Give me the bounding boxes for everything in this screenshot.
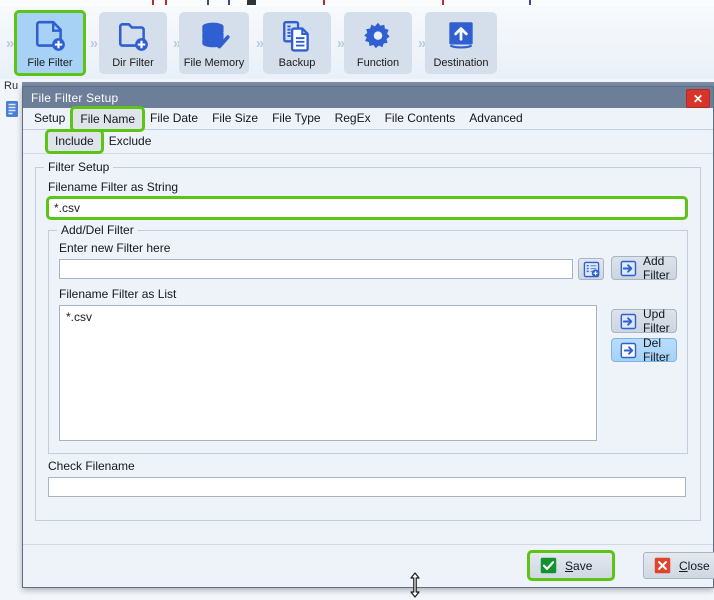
menu-tick	[152, 0, 154, 5]
file-add-icon	[35, 20, 65, 51]
check-filename-label: Check Filename	[48, 459, 135, 473]
arrow-out-of-box-icon	[620, 342, 637, 358]
upd-filter-label: Upd Filter	[643, 307, 670, 335]
dialog-title-bar[interactable]: File Filter Setup ✕	[23, 87, 713, 108]
add-del-filter-group: Add/Del Filter Enter new Filter here Add…	[48, 223, 688, 454]
tab-file-contents[interactable]: File Contents	[378, 108, 463, 129]
filter-setup-legend: Filter Setup	[44, 160, 114, 174]
tab-file-type[interactable]: File Type	[265, 108, 327, 129]
toolbar-button-backup[interactable]: Backup	[263, 12, 331, 74]
tab-file-size[interactable]: File Size	[205, 108, 265, 129]
dialog-subtab-strip: Include Exclude	[23, 129, 713, 154]
toolbar-label: Function	[356, 57, 400, 69]
add-del-filter-legend: Add/Del Filter	[57, 223, 138, 237]
subtab-include[interactable]: Include	[45, 129, 104, 154]
document-list-icon	[6, 101, 18, 117]
tab-file-date[interactable]: File Date	[143, 108, 205, 129]
toolbar-button-function[interactable]: Function	[344, 12, 412, 74]
tab-file-name[interactable]: File Name	[70, 106, 146, 132]
del-filter-button[interactable]: Del Filter	[611, 336, 677, 364]
dialog-title: File Filter Setup	[31, 90, 119, 105]
red-x-icon	[654, 557, 671, 574]
list-add-icon	[583, 261, 599, 277]
filter-setup-group: Filter Setup Filename Filter as String *…	[35, 160, 701, 521]
menu-tick	[207, 0, 209, 5]
close-label: Close	[679, 559, 710, 573]
dialog-footer: Save Close	[23, 544, 714, 587]
save-label-rest: ave	[573, 558, 593, 573]
toolbar-label: File Memory	[183, 57, 245, 69]
copy-documents-icon	[283, 21, 309, 52]
menu-tick	[165, 0, 167, 5]
toolbar-button-file-filter[interactable]: File Filter	[14, 10, 86, 76]
filename-filter-as-list-label: Filename Filter as List	[59, 287, 177, 301]
main-toolbar: » File Filter » Dir Filter » File Memory…	[0, 7, 714, 80]
upd-filter-button[interactable]: Upd Filter	[611, 307, 677, 335]
del-filter-label: Del Filter	[643, 336, 670, 364]
add-filter-button[interactable]: Add Filter	[611, 254, 677, 282]
close-glyph: ✕	[692, 91, 704, 106]
dialog-body: Filter Setup Filename Filter as String *…	[23, 155, 713, 545]
toolbar-button-dir-filter[interactable]: Dir Filter	[99, 12, 167, 74]
close-accel: C	[679, 558, 688, 573]
resize-vertical-cursor	[410, 572, 420, 598]
file-filter-setup-dialog: File Filter Setup ✕ Setup File Name File…	[22, 86, 714, 588]
toolbar-button-destination[interactable]: Destination	[425, 12, 497, 74]
menu-tick	[247, 0, 256, 5]
filename-filter-as-string-label: Filename Filter as String	[48, 180, 179, 194]
tab-setup[interactable]: Setup	[27, 108, 72, 129]
green-check-icon	[540, 557, 557, 574]
toolbar-label: Backup	[278, 57, 316, 69]
close-button[interactable]: Close	[643, 552, 714, 579]
dialog-tab-strip: Setup File Name File Date File Size File…	[23, 106, 713, 132]
toolbar-button-file-memory[interactable]: File Memory	[179, 12, 249, 74]
filter-picker-button[interactable]	[578, 258, 604, 280]
save-button[interactable]: Save	[527, 550, 615, 581]
subtab-exclude[interactable]: Exclude	[102, 132, 159, 151]
add-filter-label: Add Filter	[643, 254, 670, 282]
menu-tick	[323, 0, 325, 5]
filename-filter-listbox[interactable]: *.csv	[59, 305, 597, 441]
enter-new-filter-input[interactable]	[59, 259, 573, 279]
enter-new-filter-label: Enter new Filter here	[59, 241, 171, 255]
close-label-rest: lose	[687, 558, 710, 573]
upload-arrow-icon	[449, 22, 473, 49]
tab-advanced[interactable]: Advanced	[462, 108, 529, 129]
toolbar-label: Dir Filter	[112, 57, 154, 69]
filename-filter-as-string-value: *.csv	[54, 201, 81, 215]
toolbar-label: Destination	[433, 57, 489, 69]
folder-add-icon	[118, 23, 148, 51]
toolbar-label: File Filter	[27, 57, 73, 69]
list-item[interactable]: *.csv	[66, 310, 590, 324]
check-filename-input[interactable]	[48, 477, 686, 497]
save-accel: S	[565, 558, 574, 573]
tab-regex[interactable]: RegEx	[328, 108, 378, 129]
filename-filter-as-string-input[interactable]: *.csv	[46, 196, 688, 220]
gear-icon	[364, 22, 390, 49]
database-check-icon	[202, 22, 230, 49]
menu-tick	[228, 0, 230, 5]
arrow-into-box-icon	[620, 260, 637, 276]
background-run-label: Ru	[4, 80, 19, 92]
close-icon[interactable]: ✕	[686, 89, 710, 108]
save-label: Save	[565, 559, 592, 573]
menu-tick	[529, 0, 531, 5]
arrow-into-box-icon	[620, 313, 637, 329]
menu-tick	[442, 0, 444, 5]
